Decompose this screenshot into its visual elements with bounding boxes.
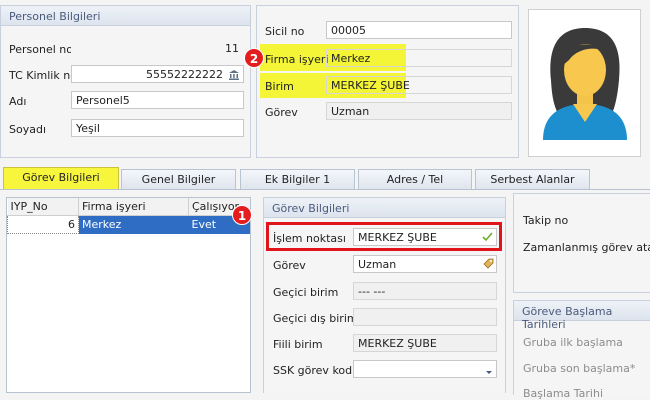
firma-field: Merkez bbox=[326, 49, 512, 67]
column-header-firma[interactable]: Firma işyeri bbox=[78, 198, 189, 216]
row-firma: Merkez bbox=[78, 215, 189, 234]
sicil-panel: Sicil no 00005 Firma işyeri Merkez Birim… bbox=[256, 5, 519, 158]
ssk-gorev-kodu-label: SSK görev kodu bbox=[273, 364, 360, 377]
gorev-field: Uzman bbox=[326, 102, 512, 120]
sicil-field[interactable]: 00005 bbox=[326, 21, 512, 39]
tab-serbest-alanlar[interactable]: Serbest Alanlar bbox=[475, 169, 590, 189]
iyp-grid: IYP_No Firma işyeri Çalışıyor 6 Merkez E… bbox=[6, 197, 251, 393]
tab-adres-tel[interactable]: Adres / Tel bbox=[358, 169, 472, 189]
birim-field: MERKEZ ŞUBE bbox=[326, 76, 512, 94]
firma-value: Merkez bbox=[331, 52, 371, 65]
firma-label: Firma işyeri bbox=[265, 53, 329, 66]
tc-kimlik-label: TC Kimlik no bbox=[9, 69, 77, 82]
islem-noktasi-value: MERKEZ ŞUBE bbox=[358, 231, 437, 244]
gecici-birim-label: Geçici birim bbox=[273, 286, 339, 299]
personel-panel-title: Personel Bilgileri bbox=[1, 6, 250, 26]
check-icon[interactable] bbox=[482, 232, 493, 242]
soyadi-label: Soyadı bbox=[9, 123, 47, 136]
sicil-label: Sicil no bbox=[265, 25, 305, 38]
fiili-birim-label: Fiili birim bbox=[273, 338, 323, 351]
table-row[interactable]: 6 Merkez Evet bbox=[7, 215, 250, 234]
column-header-iyp-no[interactable]: IYP_No bbox=[7, 198, 79, 216]
tab-ek-bilgiler-1[interactable]: Ek Bilgiler 1 bbox=[240, 169, 355, 189]
personel-no-field: 11 bbox=[71, 39, 244, 57]
gorev-field[interactable]: Uzman bbox=[353, 255, 497, 273]
soyadi-field[interactable]: Yeşil bbox=[71, 119, 244, 137]
gorev-label: Görev bbox=[273, 259, 306, 272]
birim-value: MERKEZ ŞUBE bbox=[331, 79, 410, 92]
gorev-value: Uzman bbox=[358, 258, 397, 271]
callout-badge-1: 1 bbox=[232, 205, 252, 225]
gorev-bilgileri-panel: Görev Bilgileri İşlem noktası MERKEZ ŞUB… bbox=[263, 197, 506, 393]
bank-icon[interactable] bbox=[228, 70, 240, 80]
takip-no-label: Takip no bbox=[523, 214, 569, 227]
adi-field[interactable]: Personel5 bbox=[71, 91, 244, 109]
gecici-dis-birim-field bbox=[353, 308, 497, 326]
baslama-tarihleri-panel: Göreve Başlama Tarihleri Gruba ilk başla… bbox=[513, 300, 650, 400]
row-iyp-no: 6 bbox=[7, 215, 79, 234]
gorev-panel-title: Görev Bilgileri bbox=[264, 198, 505, 218]
tab-strip-line bbox=[0, 189, 650, 190]
baslama-tarihi-label: Başlama Tarihi bbox=[523, 387, 604, 400]
callout-badge-2: 2 bbox=[244, 48, 264, 68]
tc-kimlik-field[interactable]: 55552222222 bbox=[71, 65, 244, 83]
birim-label: Birim bbox=[265, 80, 294, 93]
gruba-ilk-baslama-label: Gruba ilk başlama bbox=[523, 336, 623, 349]
avatar[interactable] bbox=[528, 9, 641, 157]
gorev-label: Görev bbox=[265, 106, 298, 119]
tag-icon[interactable] bbox=[483, 258, 494, 269]
tab-genel-bilgiler[interactable]: Genel Bilgiler bbox=[121, 169, 236, 189]
tab-gorev-bilgileri[interactable]: Görev Bilgileri bbox=[3, 167, 119, 189]
chevron-down-icon[interactable] bbox=[485, 366, 493, 374]
baslama-panel-title: Göreve Başlama Tarihleri bbox=[514, 301, 650, 331]
gecici-birim-field: --- --- bbox=[353, 282, 497, 300]
zamanlanmis-gorev-label: Zamanlanmış görev ataması bbox=[523, 241, 650, 254]
ssk-gorev-kodu-select[interactable] bbox=[353, 360, 497, 378]
fiili-birim-field: MERKEZ ŞUBE bbox=[353, 334, 497, 352]
adi-label: Adı bbox=[9, 95, 27, 108]
gruba-son-baslama-label: Gruba son başlama* bbox=[523, 362, 636, 375]
takip-panel: Takip no Zamanlanmış görev ataması bbox=[513, 193, 650, 293]
female-avatar-icon bbox=[543, 28, 627, 140]
islem-noktasi-field[interactable]: MERKEZ ŞUBE bbox=[353, 228, 497, 246]
tc-kimlik-value: 55552222222 bbox=[146, 68, 223, 81]
gecici-dis-birim-label: Geçici dış birim bbox=[273, 312, 358, 325]
islem-noktasi-label: İşlem noktası bbox=[273, 232, 346, 245]
personel-panel: Personel Bilgileri Personel no 11 TC Kim… bbox=[0, 5, 251, 158]
personel-no-label: Personel no bbox=[9, 43, 73, 56]
